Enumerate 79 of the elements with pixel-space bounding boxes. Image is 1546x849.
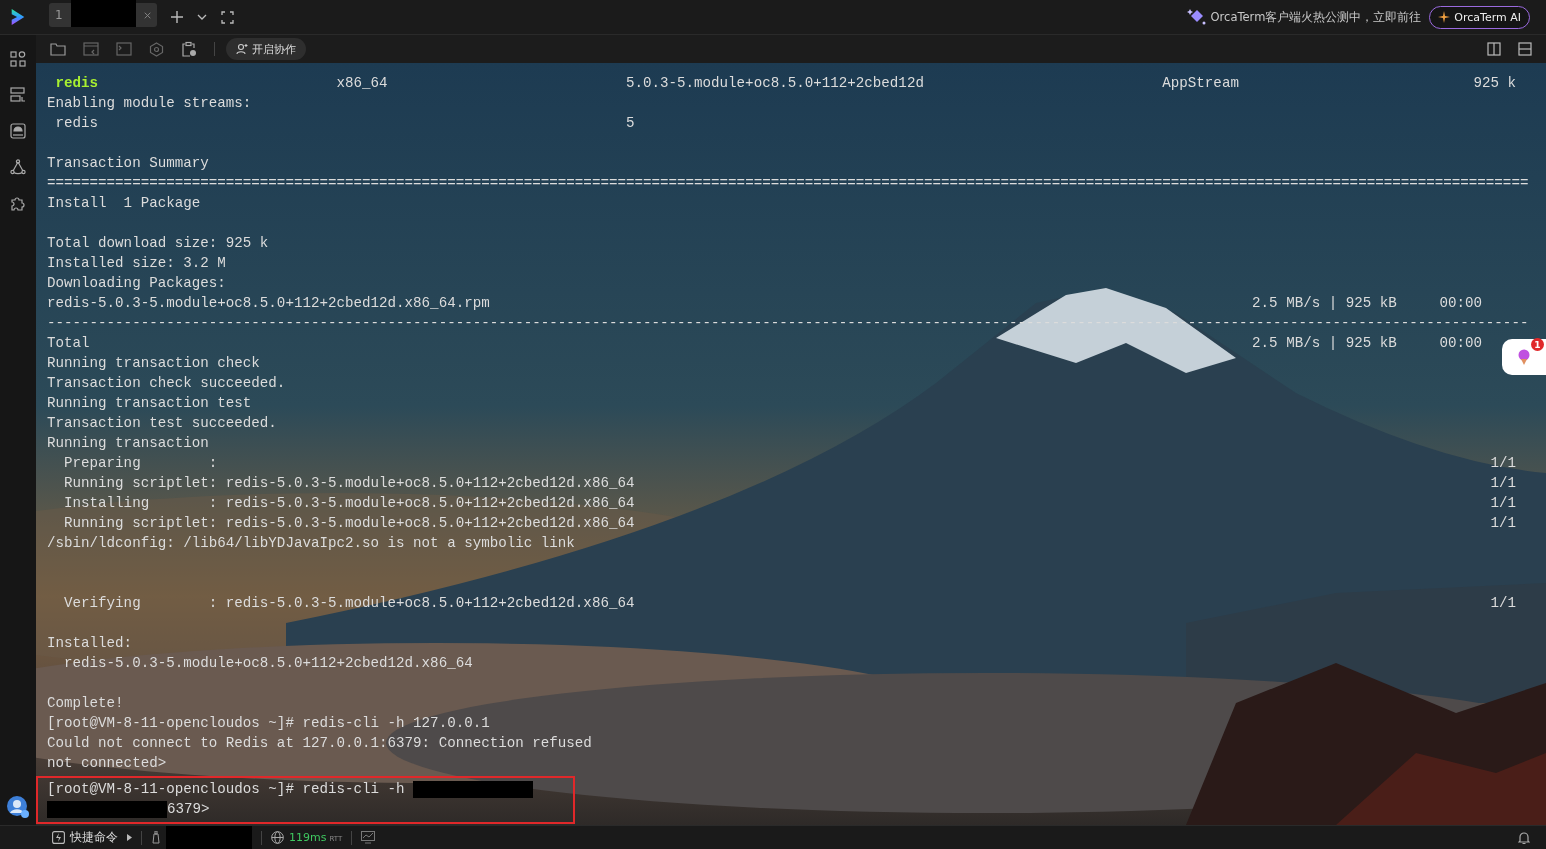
sparkle-icon [1186,8,1207,26]
window-icon[interactable] [83,41,99,57]
terminal-line: 2.5 MB/s | 925 kB 00:00 [1252,334,1482,353]
terminal-line: Could not connect to Redis at 127.0.0.1:6379: Connection refused [47,734,592,753]
redaction-bar [70,0,136,27]
terminal-line: not connected> [47,754,167,773]
puzzle-icon[interactable] [10,195,26,211]
terminal-line: 1/1 [1490,474,1516,493]
terminal-line: Transaction Summary [47,154,209,173]
globe-icon [271,831,284,844]
module-stream: 5 [625,114,636,133]
package-arch: x86_64 [336,74,389,93]
server-list-icon[interactable] [10,87,26,103]
terminal-line: 2.5 MB/s | 925 kB 00:00 [1252,294,1482,313]
tips-widget[interactable]: 1 [1502,339,1546,375]
promo-link[interactable]: OrcaTerm客户端火热公测中，立即前往 [1210,9,1422,25]
terminal-line: ============================================================================================================================================================================== [47,174,1529,193]
collaborate-button[interactable]: 开启协作 [226,38,306,60]
hexagon-icon[interactable] [149,41,164,57]
terminal-line: Installed size: 3.2 M [47,254,226,273]
plus-icon[interactable] [171,11,183,23]
terminal-line: Total download size: 925 k [47,234,269,253]
terminal-line: ------------------------------------------------------------------------------------------------------------------------------------------------------------------------------ [47,314,1529,333]
fullscreen-icon[interactable] [221,10,234,24]
terminal-line: Verifying : redis-5.0.3-5.module+oc8.5.0+112+2cbed12d.x86_64 [63,594,635,613]
terminal-line: Install 1 Package [47,194,201,213]
clipboard-record-icon[interactable] [181,41,197,57]
package-name: redis [55,74,100,93]
add-person-icon [236,43,248,55]
quick-commands-button[interactable]: 快捷命令 [70,830,118,845]
star-icon [1438,11,1451,23]
terminal-line: Running transaction check [47,354,260,373]
lighthouse-icon [151,831,161,844]
package-size: 925 k [1473,74,1516,93]
terminal-line: Complete! [47,694,124,713]
terminal-line: Running transaction [47,434,209,453]
terminal-line: 1/1 [1490,594,1516,613]
lightning-icon[interactable] [52,831,65,844]
terminal-line: Running scriptlet: redis-5.0.3-5.module+oc8.5.0+112+2cbed12d.x86_64 [63,514,635,533]
bell-icon[interactable] [1518,830,1530,845]
terminal-line: redis-5.0.3-5.module+oc8.5.0+112+2cbed12d.x86_64 [63,654,473,673]
caret-icon[interactable] [127,834,132,841]
latency-value: 119ms [289,831,327,844]
terminal-line: Installed: [47,634,133,653]
terminal-line: [root@VM-8-11-opencloudos ~]# redis-cli -h [47,780,406,799]
ai-button[interactable]: OrcaTerm AI [1429,5,1530,29]
terminal-line: [root@VM-8-11-opencloudos ~]# redis-cli -h 127.0.0.1 [47,714,490,733]
split-horizontal-icon[interactable] [1518,42,1532,56]
terminal-line: Transaction test succeeded. [47,414,277,433]
terminal-line: Enabling module streams: [47,94,252,113]
notification-badge: 1 [1531,338,1544,351]
monitor-chart-icon[interactable] [361,831,376,844]
terminal-line: redis-5.0.3-5.module+oc8.5.0+112+2cbed12d.x86_64.rpm [47,294,490,313]
package-version: 5.0.3-5.module+oc8.5.0+112+2cbed12d [625,74,925,93]
terminal-line: Total [47,334,90,353]
terminal-line: Installing : redis-5.0.3-5.module+oc8.5.0+112+2cbed12d.x86_64 [63,494,635,513]
grid-icon[interactable] [10,51,26,67]
app-logo [9,7,27,27]
terminal-tab[interactable]: 1 [49,3,157,27]
terminal-icon[interactable] [116,41,132,57]
terminal-line: Transaction check succeeded. [47,374,286,393]
terminal-line: 1/1 [1490,454,1516,473]
terminal-line: Running scriptlet: redis-5.0.3-5.module+oc8.5.0+112+2cbed12d.x86_64 [63,474,635,493]
network-icon[interactable] [10,159,26,175]
terminal-line: Preparing : [63,454,218,473]
terminal-line: Running transaction test [47,394,252,413]
close-icon[interactable] [143,10,151,20]
terminal-line: 1/1 [1490,514,1516,533]
drive-icon[interactable] [10,123,26,139]
chevron-down-icon[interactable] [197,14,207,20]
module-name: redis [55,114,100,133]
avatar-icon[interactable] [6,795,30,819]
terminal-line: /sbin/ldconfig: /lib64/libYDJavaIpc2.so is not a symbolic link [47,534,575,553]
terminal-line: 1/1 [1490,494,1516,513]
folder-icon[interactable] [50,41,66,57]
split-vertical-icon[interactable] [1487,42,1501,56]
package-repository: AppStream [1162,74,1240,93]
terminal-line: 6379> [167,800,210,819]
terminal-line: Downloading Packages: [47,274,226,293]
